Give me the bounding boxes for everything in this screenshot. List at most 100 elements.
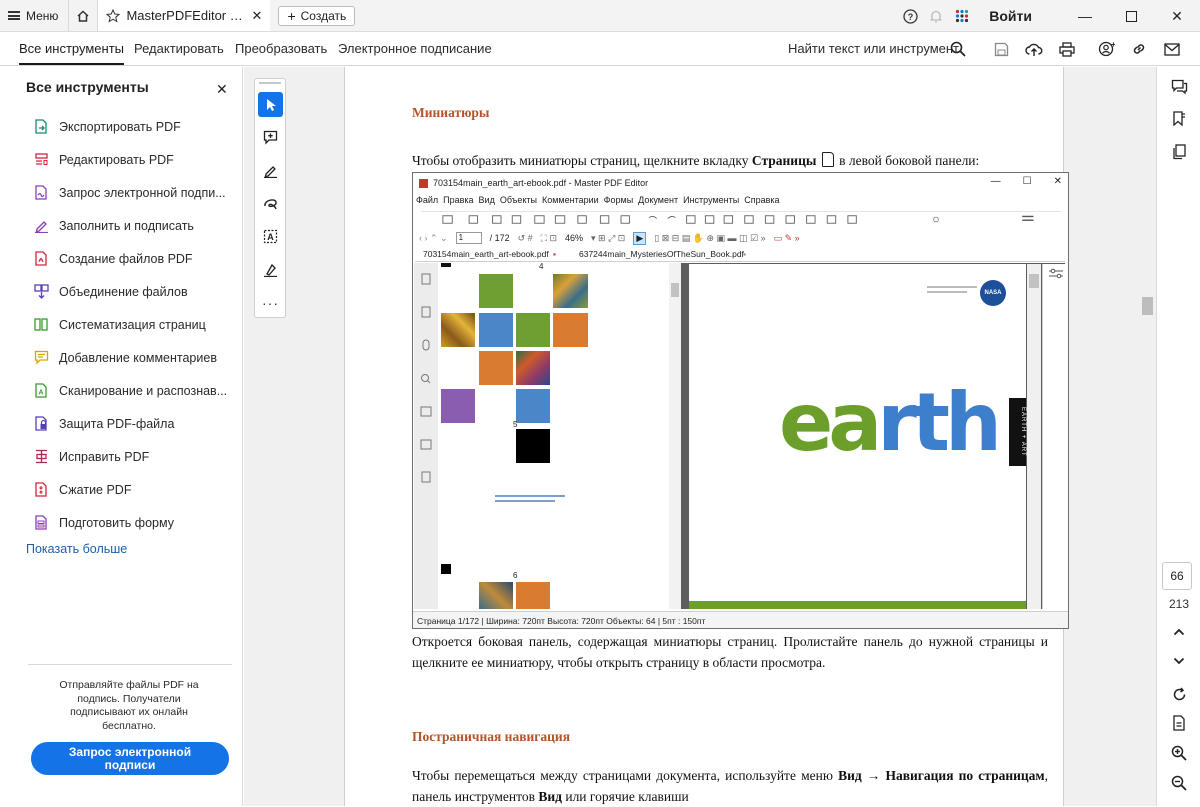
thumb-text-line bbox=[495, 495, 565, 497]
maximize-icon[interactable] bbox=[1108, 0, 1154, 32]
redact-pdf-icon bbox=[34, 449, 49, 464]
tool-scan-ocr[interactable]: A Сканирование и распознав... bbox=[34, 383, 227, 398]
tool-add-comments[interactable]: Добавление комментариев bbox=[34, 350, 217, 365]
tab-close-icon[interactable]: ✕ bbox=[252, 8, 263, 24]
upload-cloud-icon[interactable] bbox=[1024, 39, 1044, 59]
add-comment-icon[interactable] bbox=[258, 125, 283, 150]
request-sign-icon bbox=[34, 185, 49, 200]
home-button[interactable] bbox=[68, 0, 99, 31]
tool-label: Запрос электронной подпи... bbox=[59, 185, 226, 200]
bookmark-icon[interactable] bbox=[1157, 111, 1200, 127]
tool-prepare-form[interactable]: Подготовить форму bbox=[34, 515, 174, 530]
tab-e-sign[interactable]: Электронное подписание bbox=[338, 41, 492, 56]
tool-redact-pdf[interactable]: Исправить PDF bbox=[34, 449, 149, 464]
star-icon[interactable] bbox=[106, 8, 121, 23]
login-button[interactable]: Войти bbox=[989, 8, 1032, 24]
thumb-tile bbox=[516, 582, 550, 609]
help-icon[interactable]: ? bbox=[897, 0, 923, 32]
tool-export-pdf[interactable]: Экспортировать PDF bbox=[34, 119, 181, 134]
tool-label: Объединение файлов bbox=[59, 284, 188, 299]
text-box-icon[interactable]: A bbox=[258, 224, 283, 249]
minimize-icon[interactable]: — bbox=[1062, 0, 1108, 32]
document-tab[interactable]: MasterPDFEditor Ру... ✕ bbox=[98, 0, 271, 31]
tool-edit-pdf[interactable]: Редактировать PDF bbox=[34, 152, 174, 167]
organize-pages-icon bbox=[34, 317, 49, 332]
more-tools-icon[interactable]: ··· bbox=[258, 290, 283, 315]
fill-sign-icon bbox=[34, 218, 49, 233]
request-signature-button[interactable]: Запрос электронной подписи bbox=[31, 742, 229, 775]
embedded-zoom: 46% bbox=[565, 233, 584, 243]
embedded-page-field: 1 bbox=[455, 232, 482, 244]
current-page-field[interactable]: 66 bbox=[1162, 562, 1192, 590]
prepare-form-icon bbox=[34, 515, 49, 530]
email-icon[interactable] bbox=[1162, 39, 1182, 59]
bell-icon[interactable] bbox=[923, 0, 949, 32]
chevron-up-icon[interactable] bbox=[1157, 628, 1200, 636]
apps-grid-icon[interactable] bbox=[949, 0, 975, 32]
freehand-draw-icon[interactable] bbox=[258, 191, 283, 216]
text-run-bold: Вид bbox=[538, 789, 562, 804]
tab-convert[interactable]: Преобразовать bbox=[235, 41, 327, 56]
earth-title: earth bbox=[779, 376, 1002, 469]
tool-fill-sign[interactable]: Заполнить и подписать bbox=[34, 218, 194, 233]
right-rail: 66 213 bbox=[1156, 67, 1200, 806]
sign-pen-icon[interactable] bbox=[258, 257, 283, 282]
menu-button[interactable]: Меню bbox=[0, 0, 68, 31]
embedded-menu-item: Файл bbox=[416, 195, 439, 205]
embedded-page-total: / 172 bbox=[489, 233, 510, 243]
plus-icon: + bbox=[287, 7, 296, 24]
pages-panel-icon[interactable] bbox=[1157, 144, 1200, 160]
close-window-icon[interactable]: ✕ bbox=[1154, 0, 1200, 32]
quick-tools: A ··· bbox=[254, 78, 286, 318]
page-icon bbox=[821, 152, 834, 167]
search-icon[interactable] bbox=[948, 39, 968, 59]
embedded-menu-item: Инструменты bbox=[683, 195, 740, 205]
thumb-page-number: 6 bbox=[513, 571, 518, 580]
svg-text:A: A bbox=[267, 232, 274, 242]
link-icon[interactable] bbox=[1129, 39, 1149, 59]
thumb-marker bbox=[441, 263, 451, 267]
chevron-down-icon[interactable] bbox=[1157, 657, 1200, 665]
paragraph: Откроется боковая панель, содержащая мин… bbox=[412, 634, 1048, 670]
save-icon[interactable] bbox=[991, 39, 1011, 59]
embedded-page-scrollbar bbox=[1027, 264, 1041, 609]
properties-icon bbox=[1049, 268, 1063, 279]
side-banner: EARTH + ART bbox=[1009, 398, 1026, 466]
close-panel-icon[interactable]: ✕ bbox=[216, 81, 228, 98]
embedded-tab: 637244main_MysteriesOfTheSun_Book.pdf bbox=[579, 249, 744, 259]
find-tool-label[interactable]: Найти текст или инструмент bbox=[788, 41, 959, 56]
thumb-tile bbox=[479, 274, 513, 308]
zoom-in-icon[interactable] bbox=[1157, 745, 1200, 761]
comment-icon bbox=[34, 350, 49, 365]
tab-all-tools[interactable]: Все инструменты bbox=[19, 41, 124, 65]
tool-protect-pdf[interactable]: Защита PDF-файла bbox=[34, 416, 174, 431]
all-tools-panel: Все инструменты ✕ Экспортировать PDF Ред… bbox=[0, 67, 243, 806]
document-scrollbar[interactable] bbox=[1141, 67, 1155, 806]
svg-text:?: ? bbox=[908, 12, 914, 22]
page-thumbnail-icon[interactable] bbox=[1157, 715, 1200, 731]
print-icon[interactable] bbox=[1057, 39, 1077, 59]
text-run-bold: Вид → Навигация по страницам bbox=[838, 768, 1045, 783]
tool-compress-pdf[interactable]: Сжатие PDF bbox=[34, 482, 131, 497]
share-user-icon[interactable]: + bbox=[1096, 39, 1116, 59]
embedded-nav-toolbar: ‹ › ⌃ ⌄ 1 / 172 ↺ # ⛶ ⊡ 46% ▾ ⊞ ⤢ ⊡ ▶ ▯ … bbox=[419, 229, 1064, 247]
highlight-pen-icon[interactable] bbox=[258, 158, 283, 183]
tool-label: Систематизация страниц bbox=[59, 317, 206, 332]
zoom-out-icon[interactable] bbox=[1157, 775, 1200, 791]
tool-organize-pages[interactable]: Систематизация страниц bbox=[34, 317, 206, 332]
scrollbar-thumb[interactable] bbox=[1142, 297, 1153, 315]
select-cursor-icon[interactable] bbox=[258, 92, 283, 117]
tool-request-signature[interactable]: Запрос электронной подпи... bbox=[34, 185, 226, 200]
tab-edit[interactable]: Редактировать bbox=[134, 41, 224, 56]
show-more-link[interactable]: Показать больше bbox=[26, 542, 127, 556]
embedded-window-buttons: — ☐ ✕ bbox=[991, 176, 1062, 187]
create-button[interactable]: + Создать bbox=[278, 5, 356, 26]
comments-panel-icon[interactable] bbox=[1157, 79, 1200, 95]
drag-grip[interactable] bbox=[259, 82, 281, 84]
tool-combine-files[interactable]: Объединение файлов bbox=[34, 284, 188, 299]
thumb-tile bbox=[516, 429, 550, 463]
nasa-logo: NASA bbox=[980, 280, 1006, 306]
tool-create-pdf[interactable]: Создание файлов PDF bbox=[34, 251, 193, 266]
tab-title: MasterPDFEditor Ру... bbox=[126, 8, 246, 23]
refresh-icon[interactable] bbox=[1157, 687, 1200, 702]
